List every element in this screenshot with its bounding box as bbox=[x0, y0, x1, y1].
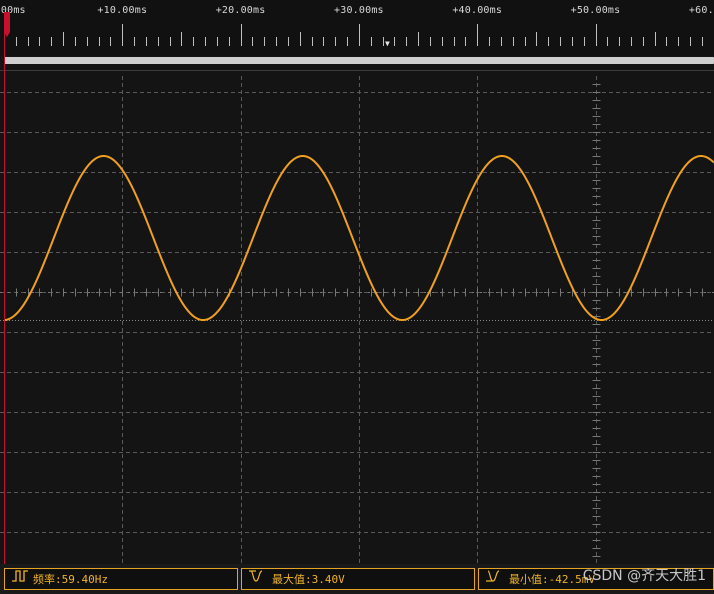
timeline-scrollbar[interactable] bbox=[4, 57, 714, 64]
waveform-plot[interactable] bbox=[0, 76, 714, 565]
time-ruler[interactable]: +0.00ms+10.00ms+20.00ms+30.00ms+40.00ms+… bbox=[0, 0, 714, 56]
ruler-tick bbox=[383, 37, 384, 46]
ruler-tick bbox=[560, 37, 561, 46]
ruler-tick bbox=[607, 37, 608, 46]
ruler-tick bbox=[501, 37, 502, 46]
ruler-tick bbox=[28, 37, 29, 46]
ruler-tick bbox=[99, 37, 100, 46]
ruler-tick bbox=[596, 24, 597, 46]
ruler-tick bbox=[430, 37, 431, 46]
ruler-tick bbox=[241, 24, 242, 46]
ruler-tick bbox=[87, 37, 88, 46]
ruler-tick bbox=[252, 37, 253, 46]
ruler-tick bbox=[513, 37, 514, 46]
ruler-tick bbox=[666, 37, 667, 46]
ruler-tick bbox=[63, 32, 64, 46]
time-cursor-icon[interactable]: ▼ bbox=[385, 40, 390, 48]
minimum-label: 最小值 bbox=[509, 573, 542, 586]
ruler-tick bbox=[536, 32, 537, 46]
ruler-tick bbox=[170, 37, 171, 46]
colon: : bbox=[305, 573, 312, 586]
ruler-tick bbox=[193, 37, 194, 46]
frequency-label: 频率 bbox=[33, 573, 55, 586]
ruler-tick bbox=[16, 37, 17, 46]
ruler-label: +60.00ms bbox=[688, 5, 714, 16]
ruler-tick bbox=[619, 37, 620, 46]
ruler-tick bbox=[442, 37, 443, 46]
ruler-tick bbox=[134, 37, 135, 46]
ruler-tick bbox=[690, 37, 691, 46]
watermark: CSDN @齐天大胜1 bbox=[582, 568, 706, 584]
ruler-tick bbox=[347, 37, 348, 46]
ruler-label: +10.00ms bbox=[97, 5, 148, 16]
ruler-tick bbox=[584, 37, 585, 46]
frequency-measurement[interactable]: 频率:59.40Hz bbox=[4, 568, 238, 590]
ruler-tick bbox=[51, 37, 52, 46]
max-wave-icon bbox=[248, 569, 270, 589]
ruler-tick bbox=[678, 37, 679, 46]
trigger-marker-icon[interactable] bbox=[4, 12, 10, 37]
ruler-tick bbox=[489, 37, 490, 46]
ruler-tick bbox=[418, 32, 419, 46]
min-wave-icon bbox=[485, 569, 507, 589]
ruler-tick bbox=[229, 37, 230, 46]
ruler-tick bbox=[702, 37, 703, 46]
ruler-label: +30.00ms bbox=[334, 5, 384, 16]
ruler-tick bbox=[264, 37, 265, 46]
ruler-tick bbox=[655, 32, 656, 46]
ruler-label: +20.00ms bbox=[215, 5, 266, 16]
ruler-tick bbox=[335, 37, 336, 46]
frequency-value: 59.40Hz bbox=[61, 573, 108, 586]
ruler-tick bbox=[110, 37, 111, 46]
ruler-tick bbox=[158, 37, 159, 46]
pulse-icon bbox=[11, 569, 31, 589]
ruler-tick bbox=[288, 37, 289, 46]
trigger-line[interactable] bbox=[4, 12, 5, 564]
ruler-tick bbox=[359, 24, 360, 46]
ruler-tick bbox=[323, 37, 324, 46]
ruler-tick bbox=[217, 37, 218, 46]
ruler-tick bbox=[406, 37, 407, 46]
ruler-tick bbox=[477, 24, 478, 46]
ruler-tick bbox=[394, 37, 395, 46]
ruler-label: +40.00ms bbox=[452, 5, 503, 16]
ruler-tick bbox=[643, 37, 644, 46]
ruler-tick bbox=[122, 24, 123, 46]
ruler-tick bbox=[300, 32, 301, 46]
ruler-tick bbox=[465, 37, 466, 46]
ruler-tick bbox=[205, 37, 206, 46]
maximum-value: 3.40V bbox=[311, 573, 345, 586]
colon: : bbox=[55, 573, 62, 586]
ruler-tick bbox=[146, 37, 147, 46]
ruler-tick bbox=[454, 37, 455, 46]
ruler-label: +50.00ms bbox=[570, 5, 621, 16]
ruler-tick bbox=[548, 37, 549, 46]
ruler-tick bbox=[181, 32, 182, 46]
ruler-tick bbox=[75, 37, 76, 46]
ruler-tick bbox=[631, 37, 632, 46]
maximum-label: 最大值 bbox=[272, 573, 305, 586]
ruler-tick bbox=[312, 37, 313, 46]
divider bbox=[0, 70, 714, 71]
ruler-tick bbox=[39, 37, 40, 46]
maximum-measurement[interactable]: 最大值:3.40V bbox=[241, 568, 475, 590]
grid bbox=[0, 76, 714, 565]
colon: : bbox=[542, 573, 549, 586]
ruler-tick bbox=[371, 37, 372, 46]
ruler-tick bbox=[572, 37, 573, 46]
waveform-svg bbox=[0, 76, 714, 565]
ruler-tick bbox=[525, 37, 526, 46]
ruler-tick bbox=[276, 37, 277, 46]
